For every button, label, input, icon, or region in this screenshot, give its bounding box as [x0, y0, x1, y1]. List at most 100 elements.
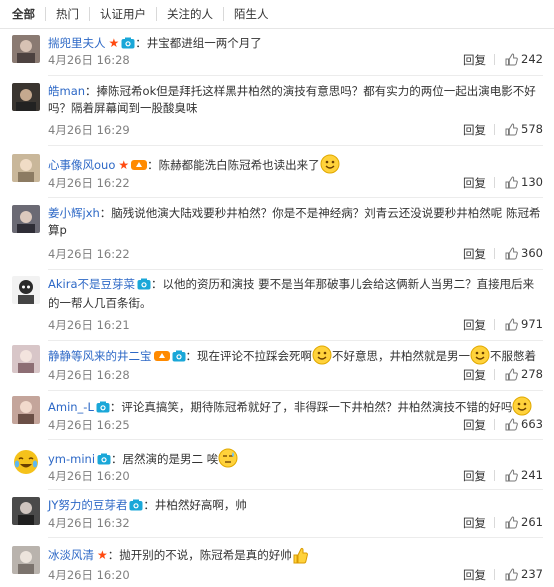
- tab-verified[interactable]: 认证用户: [89, 7, 156, 21]
- avatar[interactable]: [12, 205, 40, 233]
- comment-body: ：脑残说他演大陆戏要秒井柏然？你是不是神经病？刘青云还没说要秒井柏然呢 陈冠希算…: [48, 206, 541, 237]
- like-count: 663: [521, 417, 543, 431]
- timestamp: 4月26日 16:22: [48, 247, 130, 261]
- thumbs-up-icon: [505, 53, 518, 65]
- tab-hot[interactable]: 热门: [45, 7, 89, 21]
- avatar[interactable]: [12, 35, 40, 63]
- thumbs-up-icon: [505, 469, 518, 481]
- camera-badge-icon: [129, 499, 143, 516]
- username-link[interactable]: Akira不是豆芽菜: [48, 277, 135, 291]
- like-count: 242: [521, 52, 543, 66]
- divider: [494, 319, 495, 330]
- fans-badge-icon: [153, 349, 170, 367]
- comment-body: ：现在评论不拉踩会死啊: [185, 349, 313, 363]
- avatar[interactable]: [12, 345, 40, 373]
- like-button[interactable]: 242: [505, 52, 543, 66]
- thumbs-up-icon: [505, 123, 518, 135]
- thumbs-up-emoji-icon: [292, 546, 308, 569]
- thumbs-up-icon: [505, 368, 518, 380]
- divider: [494, 569, 495, 580]
- like-button[interactable]: 360: [505, 246, 543, 260]
- username-link[interactable]: ym-mini: [48, 452, 95, 466]
- username-link[interactable]: JY努力的豆芽君: [48, 498, 127, 512]
- like-button[interactable]: 663: [505, 417, 543, 431]
- avatar[interactable]: [12, 448, 40, 476]
- like-button[interactable]: 237: [505, 567, 543, 581]
- avatar[interactable]: [12, 497, 40, 525]
- divider: [48, 537, 543, 538]
- avatar[interactable]: [12, 546, 40, 574]
- like-count: 278: [521, 367, 543, 381]
- comment-body: ：评论真搞笑，期待陈冠希就好了，非得踩一下井柏然？井柏然演技不错的好吗: [109, 400, 513, 414]
- divider: [494, 369, 495, 380]
- reply-button[interactable]: 回复: [463, 515, 486, 531]
- divider: [48, 489, 543, 490]
- like-count: 261: [521, 515, 543, 529]
- fans-badge-icon: [131, 158, 148, 176]
- tab-all[interactable]: 全部: [0, 7, 45, 21]
- comment-meta: 4月26日 16:20 回复 241: [48, 468, 543, 484]
- thumbs-up-icon: [505, 318, 518, 330]
- comment-meta: 4月26日 16:22 回复 130: [48, 175, 543, 191]
- divider: [494, 470, 495, 481]
- reply-button[interactable]: 回复: [463, 367, 486, 383]
- avatar[interactable]: [12, 83, 40, 111]
- timestamp: 4月26日 16:29: [48, 123, 130, 137]
- timestamp: 4月26日 16:21: [48, 318, 130, 332]
- comment-meta: 4月26日 16:28 回复 242: [48, 52, 543, 68]
- username-link[interactable]: 皓man: [48, 84, 85, 98]
- divider: [494, 419, 495, 430]
- avatar[interactable]: [12, 396, 40, 424]
- timestamp: 4月26日 16:22: [48, 176, 130, 190]
- comment-body: ：井柏然好高啊，帅: [143, 498, 247, 512]
- avatar[interactable]: [12, 276, 40, 304]
- star-icon: ★: [118, 158, 130, 172]
- username-link[interactable]: 冰淡风清: [48, 548, 94, 562]
- tab-strangers[interactable]: 陌生人: [223, 7, 279, 21]
- reply-button[interactable]: 回复: [463, 246, 486, 262]
- like-count: 578: [521, 122, 543, 136]
- reply-button[interactable]: 回复: [463, 417, 486, 433]
- like-count: 360: [521, 246, 543, 260]
- reply-button[interactable]: 回复: [463, 175, 486, 191]
- username-link[interactable]: 静静等风来的井二宝: [48, 349, 152, 363]
- like-button[interactable]: 578: [505, 122, 543, 136]
- reply-button[interactable]: 回复: [463, 52, 486, 68]
- timestamp: 4月26日 16:20: [48, 469, 130, 483]
- reply-button[interactable]: 回复: [463, 122, 486, 138]
- like-button[interactable]: 971: [505, 317, 543, 331]
- thumbs-up-icon: [505, 247, 518, 259]
- tab-following[interactable]: 关注的人: [156, 7, 223, 21]
- like-button[interactable]: 278: [505, 367, 543, 381]
- avatar[interactable]: [12, 154, 40, 182]
- comment-body: ：居然演的是男二 唉: [111, 452, 219, 466]
- divider: [48, 145, 543, 146]
- timestamp: 4月26日 16:32: [48, 516, 130, 530]
- reply-button[interactable]: 回复: [463, 567, 486, 583]
- comment-body: ：抛开别的不说，陈冠希是真的好帅: [107, 548, 292, 562]
- camera-badge-icon: [137, 278, 151, 295]
- divider: [48, 390, 543, 391]
- divider: [494, 177, 495, 188]
- username-link[interactable]: 心事像风ouo: [48, 158, 115, 172]
- reply-button[interactable]: 回复: [463, 317, 486, 333]
- comment-filter-tabs: 全部 热门 认证用户 关注的人 陌生人: [0, 0, 554, 29]
- camera-badge-icon: [96, 401, 110, 418]
- camera-badge-icon: [172, 350, 186, 367]
- username-link[interactable]: 揣兜里夫人: [48, 36, 106, 50]
- comment-meta: 4月26日 16:22 回复 360: [48, 246, 543, 262]
- comment-meta: 4月26日 16:21 回复 971: [48, 317, 543, 333]
- like-button[interactable]: 261: [505, 515, 543, 529]
- divider: [494, 248, 495, 259]
- star-icon: ★: [97, 548, 108, 562]
- comment-meta: 4月26日 16:32 回复 261: [48, 515, 543, 531]
- star-icon: ★: [108, 36, 120, 50]
- username-link[interactable]: 姜小辉jxh: [48, 206, 100, 220]
- username-link[interactable]: Amin_-L: [48, 400, 94, 414]
- like-button[interactable]: 241: [505, 468, 543, 482]
- reply-button[interactable]: 回复: [463, 468, 486, 484]
- thumbs-up-icon: [505, 176, 518, 188]
- like-button[interactable]: 130: [505, 175, 543, 189]
- comment-text: 皓man：捧陈冠希ok但是拜托这样黑井柏然的演技有意思吗？都有实力的两位一起出演…: [48, 83, 543, 117]
- thumbs-up-icon: [505, 418, 518, 430]
